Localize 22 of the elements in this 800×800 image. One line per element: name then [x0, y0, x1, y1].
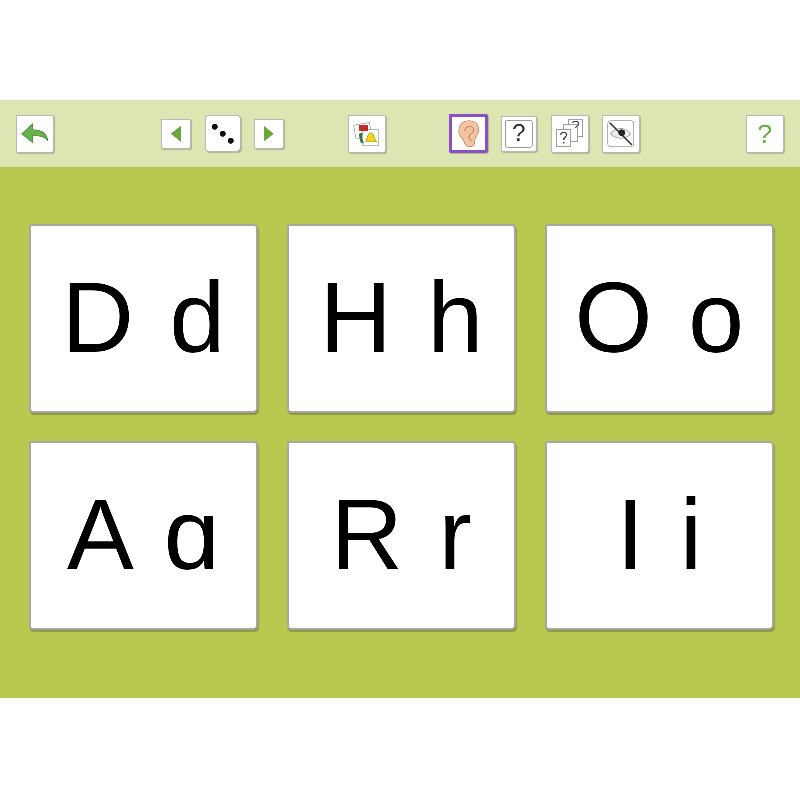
dice-dots-icon: [212, 124, 234, 144]
letter-card[interactable]: D d: [29, 224, 258, 413]
letter-card[interactable]: A ɑ: [29, 441, 258, 630]
back-button[interactable]: [16, 114, 54, 152]
right-triangle-icon: [264, 126, 274, 142]
next-button[interactable]: [254, 118, 284, 148]
letter-card[interactable]: O o: [545, 224, 774, 413]
hide-button[interactable]: [602, 114, 640, 152]
previous-button[interactable]: [161, 118, 191, 148]
questions-button[interactable]: [551, 114, 589, 152]
pictures-button[interactable]: [348, 114, 386, 152]
crossed-eye-icon: [607, 120, 635, 148]
ear-icon: [458, 120, 480, 148]
listen-button[interactable]: [449, 114, 488, 153]
letter-card[interactable]: R r: [287, 441, 516, 630]
letter-card[interactable]: H h: [287, 224, 516, 413]
question-cards-icon: [555, 118, 585, 148]
picture-cards-icon: [353, 120, 381, 148]
back-arrow-icon: [21, 122, 49, 144]
left-triangle-icon: [171, 126, 181, 142]
dice-button[interactable]: [205, 115, 241, 152]
letter-card[interactable]: I i: [545, 441, 774, 630]
